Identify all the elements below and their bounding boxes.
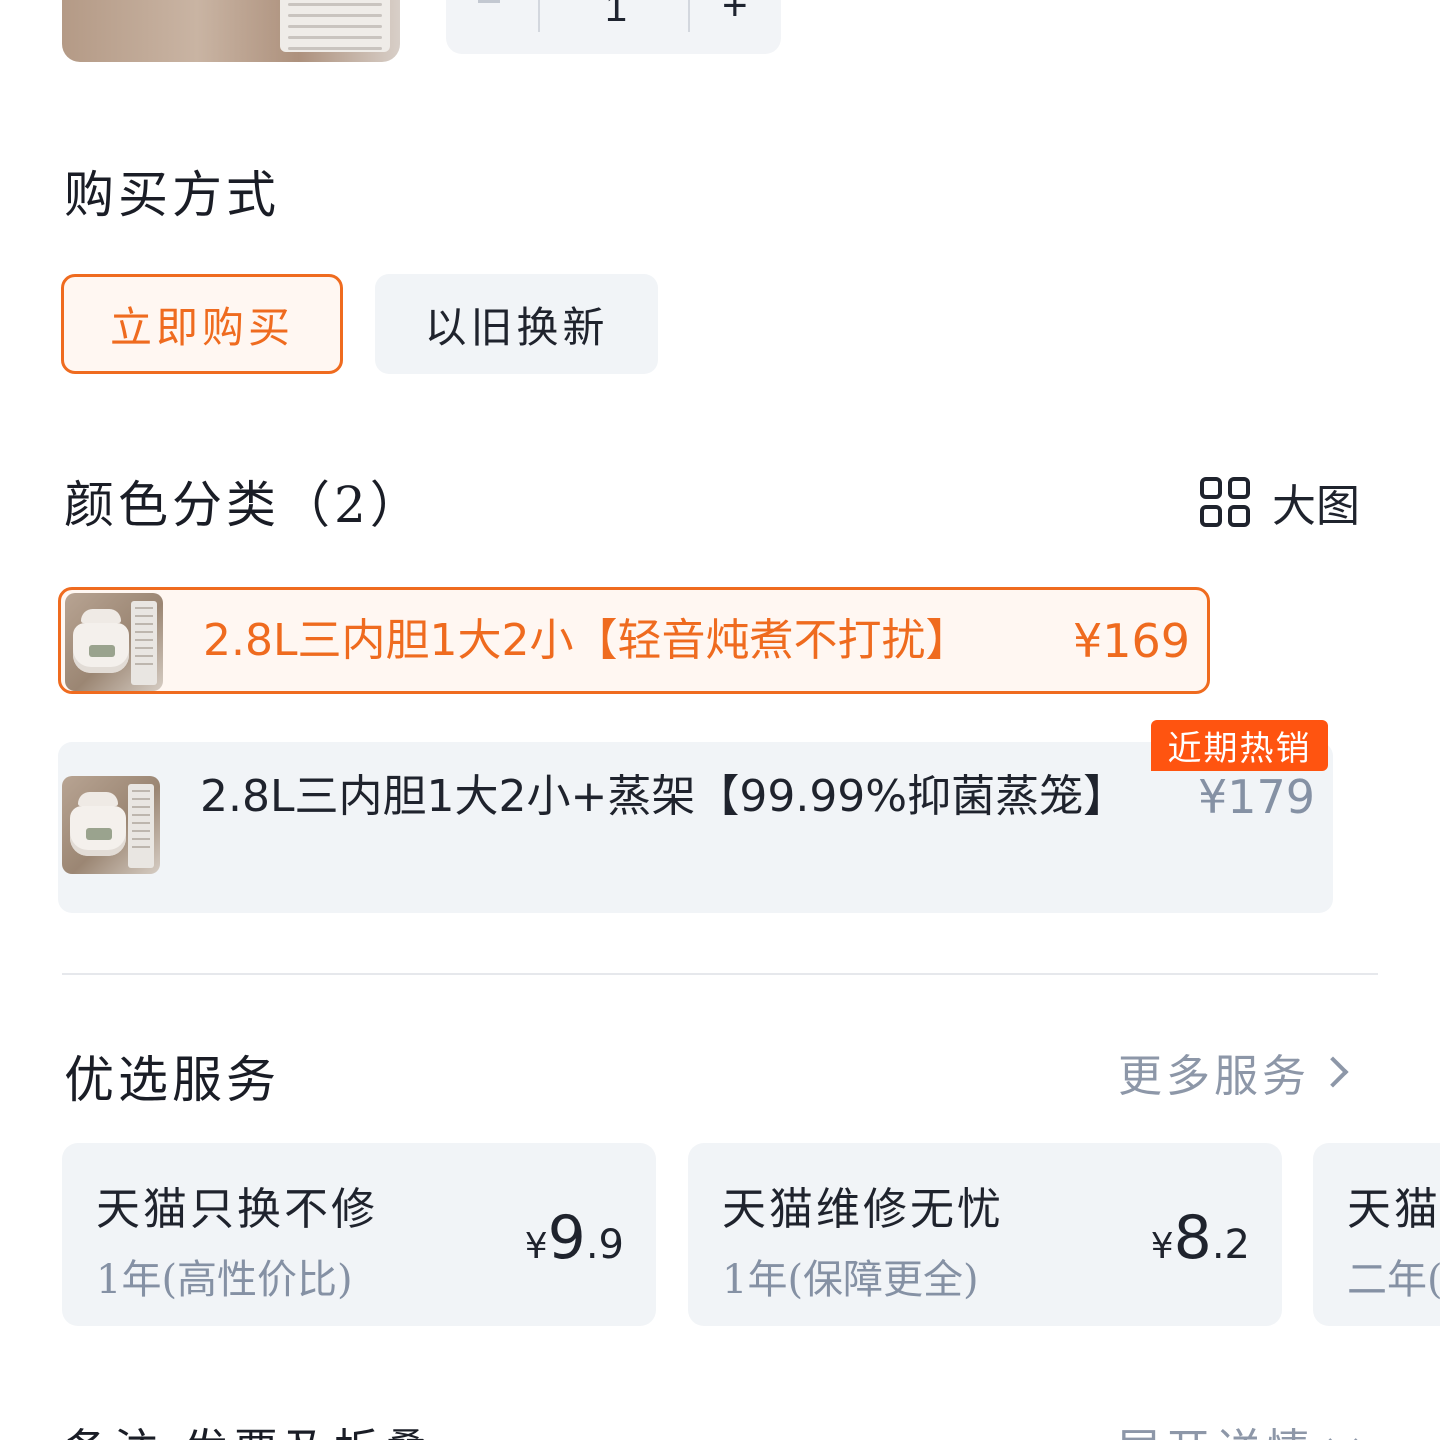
color-option-2[interactable]: 2.8L三内胆1大2小+蒸架【99.99%抑菌蒸笼】 ¥179 [58,742,1333,913]
stepper-divider [538,0,540,32]
expand-details-label: 展开详情 [1116,1414,1316,1440]
decrease-button[interactable] [478,0,500,3]
option-thumbnail [62,776,160,874]
sku-selection-page: 1 + 购买方式 立即购买 以旧换新 颜色分类（2） 大图 2.8L三内胆1大2… [0,0,1440,1440]
quantity-stepper: 1 + [446,0,781,54]
service-name: 天猫 [1347,1184,1440,1235]
buy-now-option[interactable]: 立即购买 [61,274,343,374]
section-divider [62,973,1378,975]
more-services-link[interactable]: 更多服务 [1118,1040,1349,1104]
product-thumbnail[interactable] [62,0,400,62]
color-option-1[interactable]: 2.8L三内胆1大2小【轻音炖煮不打扰】 ¥169 [58,587,1210,694]
color-section-title: 颜色分类（2） [64,476,424,534]
option-price: ¥179 [1198,770,1316,824]
option-price: ¥169 [1073,614,1191,668]
services-title: 优选服务 [64,1051,280,1109]
stepper-divider [688,0,690,32]
service-card[interactable]: 天猫维修无忧 1年(保障更全) ¥8.2 [688,1143,1282,1326]
hot-sale-badge: 近期热销 [1151,720,1328,771]
expand-details-link[interactable]: 展开详情 [1116,1414,1359,1440]
increase-button[interactable]: + [722,0,748,28]
service-term: 1年(保障更全) [722,1257,979,1303]
option-label: 2.8L三内胆1大2小【轻音炖煮不打扰】 [203,615,970,666]
service-card[interactable]: 天猫只换不修 1年(高性价比) ¥9.9 [62,1143,656,1326]
chevron-down-icon [1327,1425,1359,1440]
service-term: 二年( [1347,1257,1440,1303]
service-name: 天猫只换不修 [96,1184,378,1235]
chevron-right-icon [1317,1056,1349,1088]
big-image-label: 大图 [1272,481,1360,532]
purchase-mode-title: 购买方式 [64,166,280,224]
more-services-label: 更多服务 [1118,1051,1310,1102]
service-price: ¥9.9 [524,1203,624,1273]
grid-icon [1200,477,1250,527]
service-term: 1年(高性价比) [96,1257,353,1303]
remarks-label: 备注 发票及折叠 [64,1414,434,1440]
option-thumbnail [65,593,163,691]
service-price: ¥8.2 [1150,1203,1250,1273]
service-name: 天猫维修无忧 [722,1184,1004,1235]
option-label: 2.8L三内胆1大2小+蒸架【99.99%抑菌蒸笼】 [200,771,1128,822]
trade-in-option[interactable]: 以旧换新 [375,274,658,374]
big-image-toggle[interactable]: 大图 [1200,470,1360,534]
quantity-value[interactable]: 1 [596,0,636,28]
service-card[interactable]: 天猫 二年( [1313,1143,1440,1326]
